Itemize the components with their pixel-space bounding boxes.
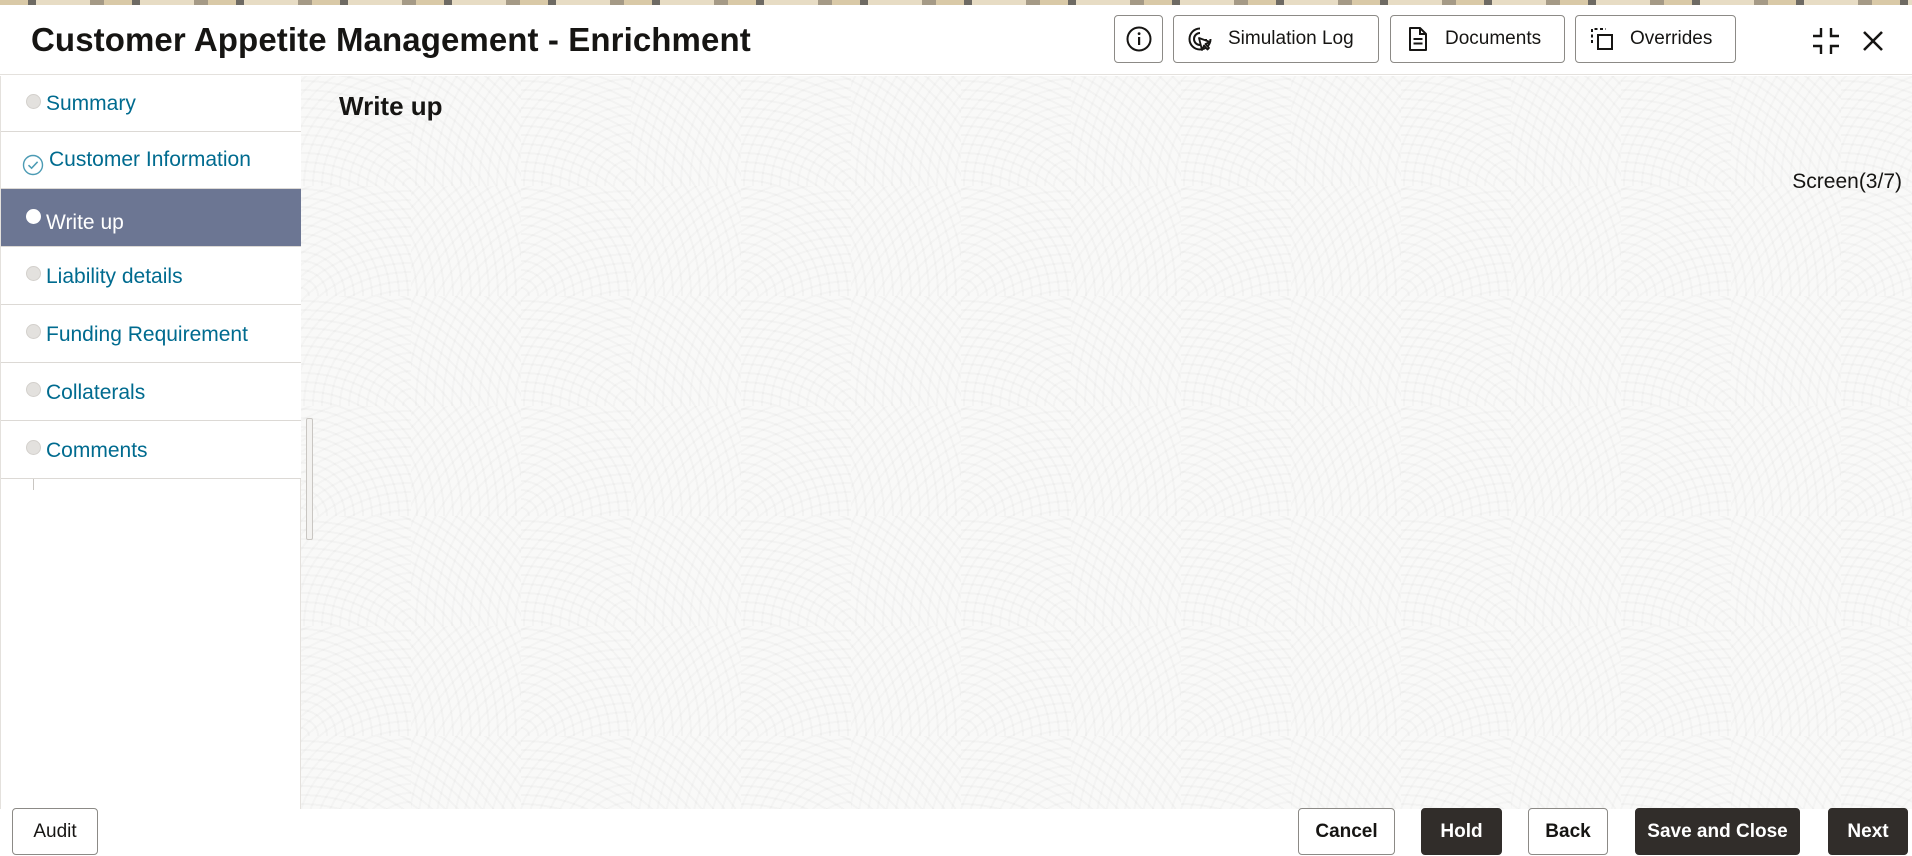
- cancel-button[interactable]: Cancel: [1298, 808, 1395, 855]
- page-title: Write up: [339, 91, 443, 121]
- panel-resize-handle[interactable]: [306, 418, 313, 540]
- screen-counter: Screen(3/7): [1792, 170, 1902, 193]
- overrides-icon: [1591, 28, 1613, 50]
- app-title: Customer Appetite Management - Enrichmen…: [31, 21, 751, 58]
- nav-item-label: Write up: [46, 211, 124, 234]
- step-navigation-sidebar: Summary Customer Information Write up Li…: [0, 76, 301, 809]
- collapse-icon[interactable]: [1810, 25, 1842, 57]
- pending-step-icon: [26, 382, 41, 397]
- hold-button[interactable]: Hold: [1421, 808, 1502, 855]
- info-icon: [1126, 26, 1151, 52]
- active-step-icon: [26, 209, 41, 224]
- nav-item-write-up[interactable]: Write up: [1, 189, 301, 247]
- nav-item-label: Comments: [46, 439, 148, 462]
- main-content-area: Screen(3/7): [301, 76, 1912, 809]
- completed-check-icon: [22, 154, 44, 176]
- documents-button[interactable]: Documents: [1390, 15, 1565, 63]
- overrides-label: Overrides: [1630, 28, 1713, 49]
- nav-item-funding-requirement[interactable]: Funding Requirement: [1, 305, 301, 363]
- nav-item-label: Summary: [46, 92, 136, 115]
- nav-item-label: Funding Requirement: [46, 323, 248, 346]
- nav-item-summary[interactable]: Summary: [1, 76, 301, 132]
- save-and-close-button[interactable]: Save and Close: [1635, 808, 1800, 855]
- nav-item-label: Customer Information: [49, 148, 251, 171]
- audit-button[interactable]: Audit: [12, 808, 98, 855]
- simulation-log-icon: [1188, 27, 1212, 51]
- nav-item-label: Liability details: [46, 265, 183, 288]
- pending-step-icon: [26, 94, 41, 109]
- pending-step-icon: [26, 324, 41, 339]
- next-button[interactable]: Next: [1828, 808, 1908, 855]
- pending-step-icon: [26, 266, 41, 281]
- nav-item-collaterals[interactable]: Collaterals: [1, 363, 301, 421]
- info-button[interactable]: [1114, 15, 1163, 63]
- pending-step-icon: [26, 440, 41, 455]
- nav-item-customer-information[interactable]: Customer Information: [1, 132, 301, 189]
- close-icon[interactable]: [1857, 25, 1889, 57]
- documents-label: Documents: [1445, 28, 1542, 49]
- documents-icon: [1409, 27, 1427, 51]
- nav-item-comments[interactable]: Comments: [1, 421, 301, 479]
- back-button[interactable]: Back: [1528, 808, 1608, 855]
- nav-item-label: Collaterals: [46, 381, 146, 404]
- simulation-log-label: Simulation Log: [1228, 28, 1354, 49]
- simulation-log-button[interactable]: Simulation Log: [1173, 15, 1379, 63]
- header-bar: Customer Appetite Management - Enrichmen…: [0, 5, 1912, 75]
- overrides-button[interactable]: Overrides: [1575, 15, 1736, 63]
- nav-item-liability-details[interactable]: Liability details: [1, 247, 301, 305]
